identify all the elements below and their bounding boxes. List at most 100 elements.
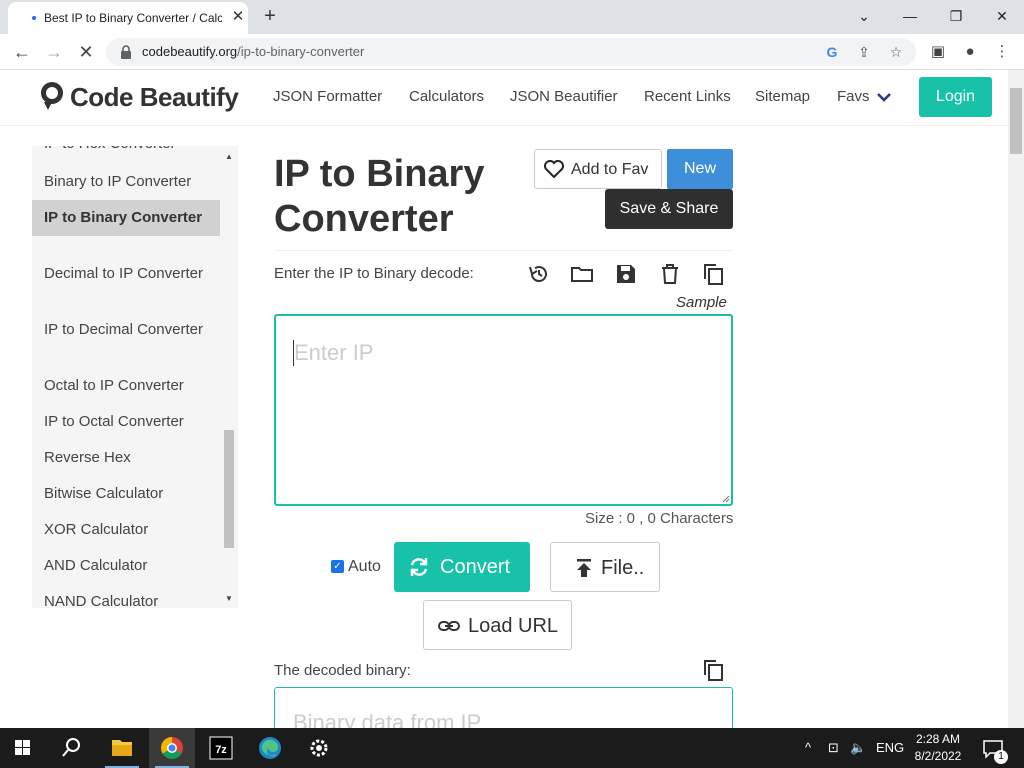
delete-icon[interactable] <box>658 262 682 286</box>
sidebar-item-and-calculator[interactable]: AND Calculator <box>32 556 220 576</box>
binary-output-textarea[interactable]: Binary data from IP <box>274 687 733 731</box>
svg-text:7z: 7z <box>215 744 227 756</box>
sidebar-item-reverse-hex[interactable]: Reverse Hex <box>32 448 220 468</box>
divider <box>274 250 733 251</box>
browser-tab-bar: Best IP to Binary Converter / Calculator… <box>0 0 1024 34</box>
stop-button[interactable]: ✕ <box>74 40 98 64</box>
google-lens-icon[interactable]: G <box>822 42 842 62</box>
sidebar-item-octal-to-ip[interactable]: Octal to IP Converter <box>32 376 220 396</box>
nav-json-formatter[interactable]: JSON Formatter <box>273 88 382 105</box>
chrome-icon[interactable] <box>149 728 195 768</box>
auto-checkbox[interactable]: ✓ <box>331 560 344 573</box>
page-scroll-thumb[interactable] <box>1010 88 1022 154</box>
close-tab-icon[interactable]: ✕ <box>228 7 248 27</box>
add-to-fav-button[interactable]: Add to Fav <box>534 149 662 189</box>
browser-tab[interactable]: Best IP to Binary Converter / Calculator… <box>8 2 248 34</box>
sample-link[interactable]: Sample <box>676 294 727 311</box>
sidebar-item-ip-to-hex[interactable]: IP to Hex Converter <box>32 146 220 154</box>
notification-count-badge: 1 <box>994 750 1008 764</box>
lock-icon[interactable] <box>118 44 134 60</box>
clock-time[interactable]: 2:28 AM <box>908 732 968 746</box>
save-share-button[interactable]: Save & Share <box>605 189 733 229</box>
text-caret <box>293 340 294 366</box>
link-icon <box>438 621 460 631</box>
input-label: Enter the IP to Binary decode: <box>274 265 474 282</box>
share-page-icon[interactable]: ⇪ <box>854 42 874 62</box>
load-url-button[interactable]: Load URL <box>423 600 572 650</box>
volume-icon[interactable]: 🔈 <box>850 740 866 756</box>
login-button[interactable]: Login <box>919 77 992 117</box>
history-icon[interactable] <box>527 262 551 286</box>
file-explorer-icon[interactable] <box>99 728 145 768</box>
forward-button[interactable]: → <box>42 40 66 64</box>
sidebar-item-ip-to-octal[interactable]: IP to Octal Converter <box>32 412 220 432</box>
profile-avatar-icon[interactable]: ● <box>958 40 982 64</box>
minimize-button[interactable]: — <box>896 4 924 28</box>
file-label: File.. <box>601 557 645 579</box>
address-bar[interactable]: codebeautify.org/ip-to-binary-converter … <box>106 38 916 66</box>
logo-icon[interactable] <box>38 80 68 112</box>
show-hidden-icons-icon[interactable]: ^ <box>805 740 811 755</box>
ip-input-textarea[interactable]: Enter IP <box>274 314 733 506</box>
edge-icon[interactable] <box>247 728 293 768</box>
new-tab-button[interactable]: + <box>258 5 282 29</box>
sidebar: IP to Hex Converter Binary to IP Convert… <box>32 146 238 608</box>
windows-taskbar: 7z ^ ⊡ 🔈 ENG 2:28 AM 8/2/2022 1 <box>0 728 1024 768</box>
save-icon[interactable] <box>614 262 638 286</box>
add-to-fav-label: Add to Fav <box>571 161 649 178</box>
open-folder-icon[interactable] <box>570 262 594 286</box>
windows-start-icon[interactable] <box>0 728 46 768</box>
loading-indicator-icon <box>32 16 36 20</box>
url-text[interactable]: codebeautify.org/ip-to-binary-converter <box>142 44 364 59</box>
page-title: IP to Binary Converter <box>274 153 485 240</box>
sidebar-item-nand-calculator[interactable]: NAND Calculator <box>32 592 220 608</box>
close-window-button[interactable]: ✕ <box>988 4 1016 28</box>
tab-search-icon[interactable]: ⌄ <box>850 4 878 28</box>
sidebar-item-binary-to-ip[interactable]: Binary to IP Converter <box>32 172 220 192</box>
auto-label[interactable]: Auto <box>348 558 381 576</box>
convert-button[interactable]: Convert <box>394 542 530 592</box>
back-button[interactable]: ← <box>10 40 34 64</box>
language-indicator[interactable]: ENG <box>876 740 904 755</box>
page-scrollbar[interactable] <box>1008 70 1024 728</box>
load-url-label: Load URL <box>468 615 559 637</box>
file-button[interactable]: File.. <box>550 542 660 592</box>
refresh-icon <box>410 558 428 576</box>
sidebar-item-xor-calculator[interactable]: XOR Calculator <box>32 520 220 540</box>
nav-json-beautifier[interactable]: JSON Beautifier <box>510 88 618 105</box>
browser-menu-icon[interactable]: ⋮ <box>990 40 1014 64</box>
sidebar-item-decimal-to-ip[interactable]: Decimal to IP Converter <box>32 264 220 284</box>
nav-favs[interactable]: Favs <box>837 88 870 105</box>
input-placeholder: Enter IP <box>294 340 374 365</box>
sidebar-scroll-thumb[interactable] <box>224 430 234 548</box>
search-icon[interactable] <box>48 728 94 768</box>
scroll-down-icon[interactable]: ▼ <box>222 594 236 606</box>
logo-text[interactable]: Code Beautify <box>70 82 239 113</box>
bookmark-star-icon[interactable]: ☆ <box>886 42 906 62</box>
nav-calculators[interactable]: Calculators <box>409 88 484 105</box>
clock-date[interactable]: 8/2/2022 <box>908 749 968 763</box>
upload-icon <box>577 559 591 577</box>
scroll-up-icon[interactable]: ▲ <box>222 152 236 164</box>
size-info: Size : 0 , 0 Characters <box>585 510 734 527</box>
nav-sitemap[interactable]: Sitemap <box>755 88 810 105</box>
sidebar-item-ip-to-decimal[interactable]: IP to Decimal Converter <box>32 320 220 340</box>
sidebar-item-ip-to-binary[interactable]: IP to Binary Converter <box>32 200 220 236</box>
browser-toolbar: ← → ✕ codebeautify.org/ip-to-binary-conv… <box>0 34 1024 70</box>
restore-button[interactable]: ❐ <box>942 4 970 28</box>
copy-icon[interactable] <box>701 262 725 286</box>
network-icon[interactable]: ⊡ <box>828 740 839 756</box>
copy-output-icon[interactable] <box>702 658 724 682</box>
convert-label: Convert <box>440 556 511 578</box>
resize-grip-icon[interactable] <box>722 495 730 503</box>
output-label: The decoded binary: <box>274 662 411 679</box>
new-button[interactable]: New <box>667 149 733 189</box>
nav-recent-links[interactable]: Recent Links <box>644 88 731 105</box>
chevron-down-icon[interactable] <box>876 90 892 104</box>
sidebar-item-bitwise-calculator[interactable]: Bitwise Calculator <box>32 484 220 504</box>
settings-gear-icon[interactable] <box>296 728 342 768</box>
side-panel-icon[interactable]: ▣ <box>926 40 950 64</box>
7zip-icon[interactable]: 7z <box>198 728 244 768</box>
heart-icon <box>544 160 564 179</box>
site-header: Code Beautify JSON Formatter Calculators… <box>0 70 1008 126</box>
